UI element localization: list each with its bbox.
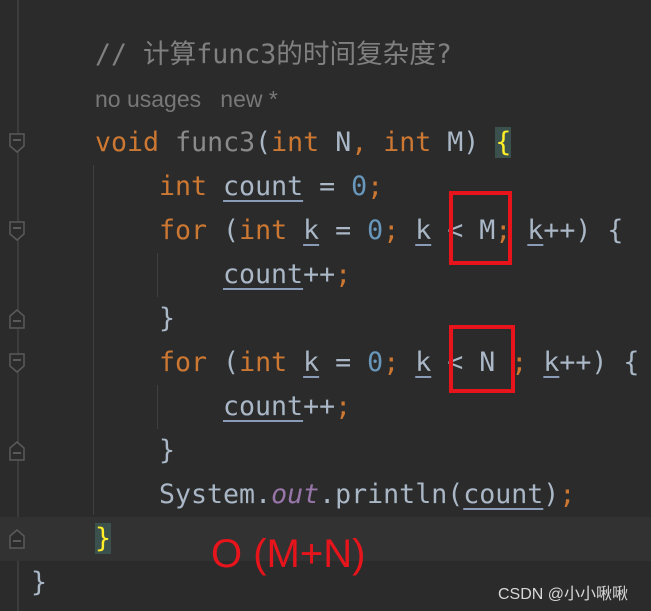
code-token: int bbox=[271, 127, 336, 158]
code-line[interactable]: no usages new * bbox=[95, 77, 278, 121]
code-token: out bbox=[271, 479, 320, 510]
code-token: 0 bbox=[367, 347, 384, 378]
fold-end-icon[interactable] bbox=[9, 529, 25, 549]
fold-end-icon[interactable] bbox=[9, 309, 25, 329]
code-token: k bbox=[415, 215, 432, 246]
code-token: count bbox=[223, 171, 304, 202]
code-token: for bbox=[159, 215, 224, 246]
code-token: ; bbox=[383, 347, 416, 378]
indent-guide bbox=[157, 385, 158, 429]
code-token: k bbox=[303, 215, 320, 246]
code-token: ( bbox=[223, 347, 240, 378]
code-token: k bbox=[527, 215, 544, 246]
code-line[interactable]: } bbox=[159, 297, 175, 341]
code-token: ( bbox=[223, 215, 240, 246]
code-token: .println( bbox=[319, 479, 464, 510]
code-token: ++ bbox=[303, 391, 336, 422]
code-token: ; bbox=[383, 215, 416, 246]
code-token: } bbox=[159, 303, 176, 334]
code-line[interactable]: for (int k = 0; k < N ; k++) { bbox=[159, 341, 639, 385]
code-token: ++) { bbox=[543, 215, 624, 246]
code-token: } bbox=[159, 435, 176, 466]
highlight-box-m bbox=[449, 191, 512, 265]
code-token: System. bbox=[159, 479, 272, 510]
code-line[interactable]: // 计算func3的时间复杂度? bbox=[95, 33, 452, 77]
fold-end-icon[interactable] bbox=[9, 441, 25, 461]
code-line[interactable]: } bbox=[159, 429, 175, 473]
code-line[interactable]: int count = 0; bbox=[159, 165, 383, 209]
code-token: count bbox=[223, 259, 304, 290]
code-token: k bbox=[303, 347, 320, 378]
code-token: N bbox=[335, 127, 352, 158]
code-line[interactable]: void func3(int N, int M) { bbox=[95, 121, 512, 165]
code-token: ++) { bbox=[559, 347, 640, 378]
code-line[interactable]: count++; bbox=[223, 253, 351, 297]
code-token: = bbox=[319, 347, 368, 378]
code-token: for bbox=[159, 347, 224, 378]
code-token: { bbox=[495, 127, 512, 158]
code-line[interactable]: } bbox=[31, 561, 47, 605]
code-token: , bbox=[351, 127, 384, 158]
highlight-box-n bbox=[449, 325, 515, 393]
code-token: void bbox=[95, 127, 176, 158]
code-token: int bbox=[383, 127, 448, 158]
code-token: ; bbox=[511, 347, 544, 378]
code-line[interactable]: } bbox=[95, 517, 112, 561]
code-token: ) bbox=[543, 479, 560, 510]
watermark: CSDN @小小啾啾 bbox=[498, 586, 629, 603]
code-token: count bbox=[463, 479, 544, 510]
code-token: ++ bbox=[303, 259, 336, 290]
code-token: 0 bbox=[351, 171, 368, 202]
code-token: } bbox=[95, 523, 112, 554]
usage-hint: no usages new * bbox=[95, 86, 278, 112]
code-token: ( bbox=[255, 127, 272, 158]
code-token: int bbox=[239, 347, 304, 378]
code-token: int bbox=[159, 171, 224, 202]
code-token: // 计算func3的时间复杂度? bbox=[95, 39, 452, 70]
code-token: ; bbox=[559, 479, 576, 510]
code-token: count bbox=[223, 391, 304, 422]
code-line[interactable]: for (int k = 0; k < M; k++) { bbox=[159, 209, 623, 253]
complexity-annotation: O (M+N) bbox=[211, 532, 366, 576]
fold-collapse-icon[interactable] bbox=[9, 133, 25, 153]
code-line[interactable]: count++; bbox=[223, 385, 351, 429]
fold-collapse-icon[interactable] bbox=[9, 353, 25, 373]
indent-guide bbox=[93, 165, 94, 515]
code-token: k bbox=[543, 347, 560, 378]
code-token: int bbox=[239, 215, 304, 246]
indent-guide bbox=[157, 253, 158, 297]
code-line[interactable]: System.out.println(count); bbox=[159, 473, 575, 517]
code-token: ; bbox=[367, 171, 384, 202]
code-token: M) bbox=[447, 127, 496, 158]
code-token: ; bbox=[335, 259, 352, 290]
code-token: ; bbox=[335, 391, 352, 422]
code-token: = bbox=[319, 215, 368, 246]
code-token: k bbox=[415, 347, 432, 378]
code-token: 0 bbox=[367, 215, 384, 246]
code-token: func3 bbox=[175, 127, 256, 158]
code-token: = bbox=[303, 171, 352, 202]
code-token: } bbox=[31, 567, 48, 598]
fold-collapse-icon[interactable] bbox=[9, 221, 25, 241]
